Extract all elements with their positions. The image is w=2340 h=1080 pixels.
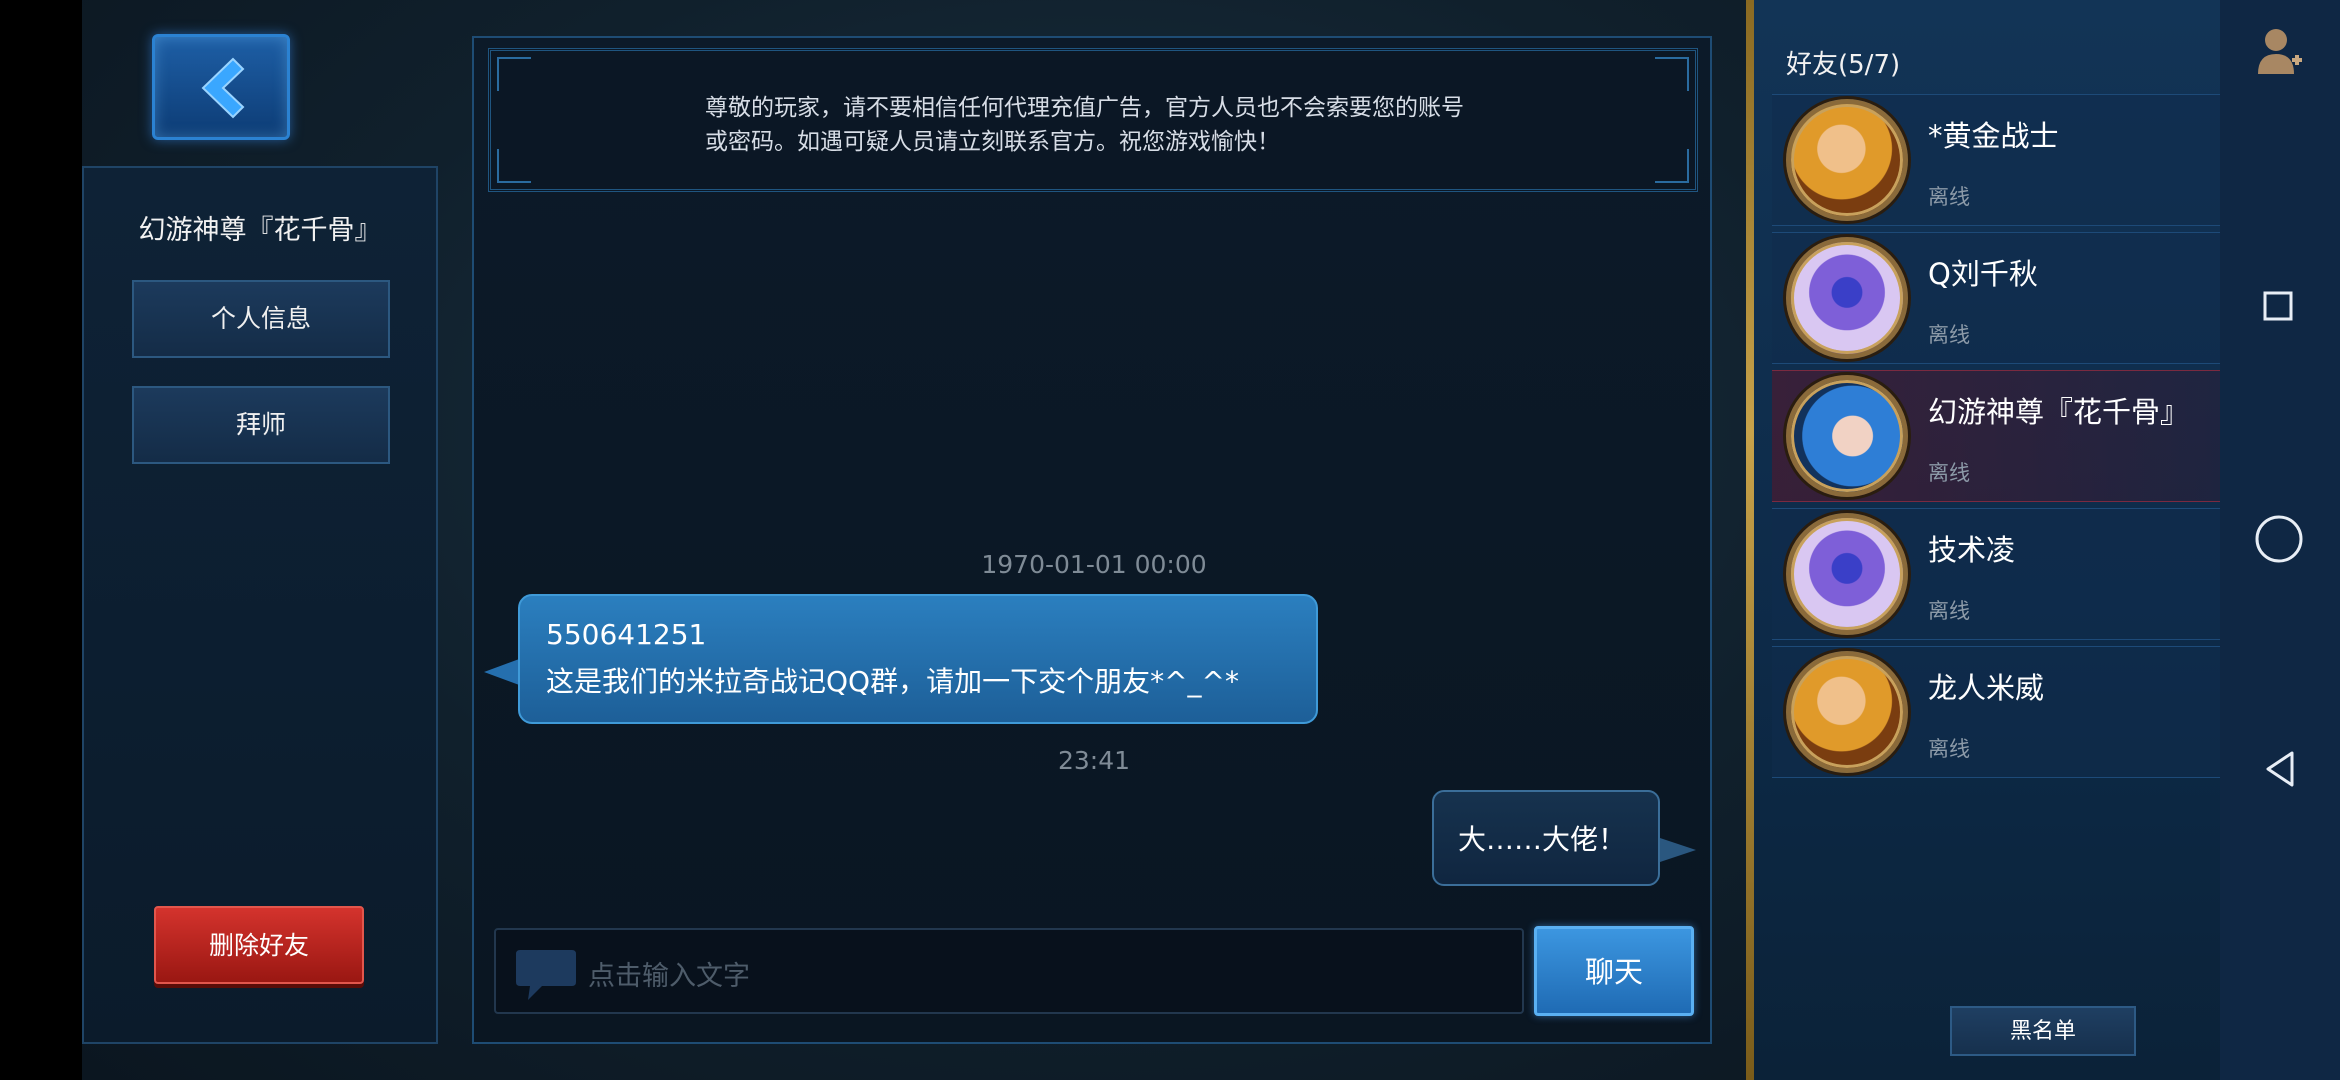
friend-list-name: 龙人米威 bbox=[1928, 671, 2045, 705]
notice-line: 尊敬的玩家，请不要相信任何代理充值广告，官方人员也不会索要您的账号 bbox=[705, 95, 1464, 121]
friend-list-item[interactable]: 技术凌 离线 bbox=[1772, 508, 2220, 640]
friend-list-name: 幻游神尊『花千骨』 bbox=[1928, 395, 2190, 429]
chat-panel: 尊敬的玩家，请不要相信任何代理充值广告，官方人员也不会索要您的账号 或密码。如遇… bbox=[472, 36, 1712, 1044]
friend-name: 幻游神尊『花千骨』 bbox=[138, 215, 382, 246]
frame-corner bbox=[497, 149, 531, 183]
message-text: 这是我们的米拉奇战记QQ群，请加一下交个朋友*^_^* bbox=[546, 665, 1240, 698]
recent-apps-icon[interactable] bbox=[2262, 290, 2294, 322]
notice-line: 或密码。如遇可疑人员请立刻联系官方。祝您游戏愉快！ bbox=[705, 129, 1280, 155]
blacklist-button[interactable]: 黑名单 bbox=[1950, 1006, 2136, 1056]
friend-list-name: 技术凌 bbox=[1928, 533, 2016, 567]
speech-bubble-icon bbox=[516, 950, 576, 1000]
friend-list-name: *黄金战士 bbox=[1928, 119, 2059, 153]
personal-info-button[interactable]: 个人信息 bbox=[132, 280, 390, 358]
chevron-left-icon bbox=[201, 57, 245, 119]
friend-list-item[interactable]: 龙人米威 离线 bbox=[1772, 646, 2220, 778]
delete-friend-button[interactable]: 删除好友 bbox=[154, 906, 364, 984]
notice-text: 尊敬的玩家，请不要相信任何代理充值广告，官方人员也不会索要您的账号 或密码。如遇… bbox=[705, 91, 1565, 159]
friend-list-item-selected[interactable]: 幻游神尊『花千骨』 离线 bbox=[1772, 370, 2220, 502]
friend-info-panel: 幻游神尊『花千骨』 个人信息 拜师 删除好友 bbox=[82, 166, 438, 1044]
avatar bbox=[1786, 651, 1908, 773]
send-chat-button[interactable]: 聊天 bbox=[1534, 926, 1694, 1016]
friend-list-item[interactable]: *黄金战士 离线 bbox=[1772, 94, 2220, 226]
frame-corner bbox=[1655, 149, 1689, 183]
friend-status: 离线 bbox=[1928, 461, 1970, 485]
message-bubble-tail bbox=[484, 658, 522, 686]
back-button[interactable] bbox=[152, 34, 290, 140]
add-friend-icon[interactable] bbox=[2256, 26, 2304, 76]
chat-input[interactable]: 点击输入文字 bbox=[494, 928, 1524, 1014]
friend-status: 离线 bbox=[1928, 185, 1970, 209]
incoming-message-bubble: 550641251 这是我们的米拉奇战记QQ群，请加一下交个朋友*^_^* bbox=[518, 594, 1318, 724]
mentor-button[interactable]: 拜师 bbox=[132, 386, 390, 464]
security-notice: 尊敬的玩家，请不要相信任何代理充值广告，官方人员也不会索要您的账号 或密码。如遇… bbox=[488, 48, 1698, 192]
avatar bbox=[1786, 99, 1908, 221]
message-bubble-tail bbox=[1660, 838, 1696, 862]
back-nav-icon[interactable] bbox=[2264, 750, 2296, 788]
avatar bbox=[1786, 237, 1908, 359]
friend-list-item[interactable]: Q刘千秋 离线 bbox=[1772, 232, 2220, 364]
message-text: 大……大佬！ bbox=[1458, 823, 1627, 856]
message-timestamp: 23:41 bbox=[1057, 746, 1131, 775]
frame-corner bbox=[497, 57, 531, 91]
friend-status: 离线 bbox=[1928, 737, 1970, 761]
message-timestamp: 1970-01-01 00:00 bbox=[981, 550, 1207, 579]
friend-status: 离线 bbox=[1928, 323, 1970, 347]
avatar bbox=[1786, 375, 1908, 497]
input-placeholder: 点击输入文字 bbox=[588, 961, 750, 992]
friends-count-header: 好友(5/7) bbox=[1786, 50, 1901, 80]
avatar bbox=[1786, 513, 1908, 635]
frame-corner bbox=[1655, 57, 1689, 91]
friend-status: 离线 bbox=[1928, 599, 1970, 623]
friend-list-name: Q刘千秋 bbox=[1928, 257, 2038, 291]
outgoing-message-bubble: 大……大佬！ bbox=[1432, 790, 1660, 886]
message-text: 550641251 bbox=[546, 618, 707, 651]
home-icon[interactable] bbox=[2254, 514, 2304, 564]
panel-divider bbox=[1746, 0, 1754, 1080]
